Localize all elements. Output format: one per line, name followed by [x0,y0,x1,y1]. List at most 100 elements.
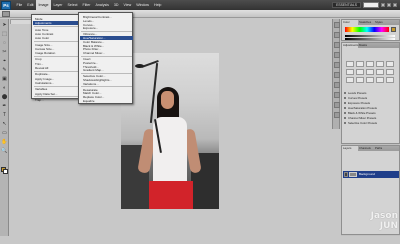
subject-face [161,91,174,109]
color-spectrum[interactable] [345,27,389,32]
adjustment-icon[interactable] [386,61,394,67]
menu-3d[interactable]: 3D [111,0,121,10]
adjustment-icon[interactable] [376,61,384,67]
document-canvas[interactable] [121,53,219,209]
adjustment-icon[interactable] [376,77,384,83]
menu-image[interactable]: Image [36,0,51,10]
tool-button-icon[interactable]: ✂ [1,49,8,55]
street-lamp-head [135,64,144,68]
tool-button-icon[interactable]: 🔍 [1,148,8,154]
panel-dock-icon[interactable] [334,92,340,98]
tool-button-icon[interactable]: ➤ [1,22,8,28]
tool-button-icon[interactable]: ▭ [1,130,8,136]
watermark-logo: Jason JUN [356,211,398,243]
menu-view[interactable]: View [121,0,134,10]
image-menu-item[interactable]: Adjustments [33,21,79,26]
tool-button-icon[interactable]: ⌖ [1,58,8,64]
layer-row-background[interactable]: Background [343,171,399,178]
panel-tab-paths[interactable]: Paths [374,146,390,151]
color-slider[interactable] [345,38,395,40]
workspace-button[interactable]: ESSENTIALS [332,2,361,8]
image-menu-item[interactable]: Reveal All [33,66,79,70]
tool-button-icon[interactable]: ✒ [1,103,8,109]
panel-dock-icon[interactable] [334,112,340,118]
color-panel: Color Swatches Styles [341,19,400,41]
adjustment-icon[interactable] [376,69,384,75]
visibility-eye-icon[interactable] [344,172,348,177]
color-panel-foreground[interactable] [391,27,396,32]
menu-window[interactable]: Window [134,0,152,10]
adjustment-icon[interactable] [386,77,394,83]
adjustment-icon[interactable] [366,69,374,75]
adjustment-preset-row[interactable]: Exposure Presets [343,101,399,105]
adjustment-icon[interactable] [346,77,354,83]
adjustment-icon[interactable] [346,61,354,67]
menu-filter[interactable]: Filter [80,0,93,10]
adjustment-icon[interactable] [356,77,364,83]
panel-tab-masks[interactable]: Masks [358,43,374,48]
close-icon[interactable] [393,3,397,7]
maximize-icon[interactable] [387,3,391,7]
panel-dock-icon[interactable] [334,72,340,78]
menu-select[interactable]: Select [65,0,80,10]
image-menu-item[interactable]: Apply Data Set... [33,92,79,96]
layer-thumbnail [349,172,357,177]
adjustment-preset-row[interactable]: Channel Mixer Presets [343,116,399,120]
adjustment-icon[interactable] [366,77,374,83]
adjustment-icon[interactable] [346,69,354,75]
menu-analysis[interactable]: Analysis [93,0,111,10]
adjustment-icon[interactable] [356,69,364,75]
adjustment-icon[interactable] [366,61,374,67]
menu-edit[interactable]: Edit [25,0,36,10]
adjustment-icon[interactable] [356,61,364,67]
layer-name: Background [359,172,376,176]
tool-button-icon[interactable]: ◌ [1,40,8,46]
menu-bar: Ps File Edit Image Layer Select Filter Analysi… [0,0,400,10]
adjustments-menu-item[interactable]: Equalize [80,99,133,103]
menu-layer[interactable]: Layer [51,0,65,10]
panel-tab-adjustments[interactable]: Adjustments [342,43,358,48]
panel-dock-icon[interactable] [334,42,340,48]
image-menu-item[interactable]: Trap... [33,98,79,102]
subject-skirt [149,181,193,209]
adjustment-preset-row[interactable]: Curves Presets [343,96,399,100]
adjustment-preset-row[interactable]: Selective Color Presets [343,121,399,125]
menu-file[interactable]: File [14,0,25,10]
search-input[interactable] [363,2,379,8]
color-panel-tabs: Color Swatches Styles [342,20,399,25]
panel-dock-strip [332,19,340,129]
tool-button-icon[interactable]: ↖ [1,121,8,127]
adjustments-panel-tabs: Adjustments Masks [342,43,399,48]
panel-tab-styles[interactable]: Styles [374,20,390,25]
panel-tab-color[interactable]: Color [342,20,358,25]
panel-tab-channels[interactable]: Channels [358,146,374,151]
adjustment-preset-row[interactable]: Levels Presets [343,91,399,95]
color-slider[interactable] [345,35,395,37]
tool-preset-picker[interactable] [2,11,10,17]
image-menu-item[interactable]: Image Rotation [33,51,79,55]
watermark-line-2: JUN [379,221,398,231]
adjustment-preset-row[interactable]: Hue/Saturation Presets [343,106,399,110]
tool-button-icon[interactable]: ⬚ [1,31,8,37]
adjustment-preset-row[interactable]: Black & White Presets [343,111,399,115]
image-menu-item[interactable]: Calculations... [33,81,79,85]
tool-button-icon[interactable]: ▣ [1,76,8,82]
panel-dock-icon[interactable] [334,82,340,88]
panel-tab-swatches[interactable]: Swatches [358,20,374,25]
tool-button-icon[interactable]: T [1,112,8,118]
minimize-icon[interactable] [381,3,385,7]
tool-button-icon[interactable]: ⬤ [1,94,8,100]
panel-tab-layers[interactable]: Layers [342,146,358,151]
menu-help[interactable]: Help [152,0,164,10]
panel-dock-icon[interactable] [334,62,340,68]
background-color-swatch[interactable] [3,169,8,174]
adjustment-icon[interactable] [386,69,394,75]
panel-dock-icon[interactable] [334,102,340,108]
tool-button-icon[interactable]: ✎ [1,67,8,73]
panel-dock-icon[interactable] [334,52,340,58]
tool-button-icon[interactable]: ✋ [1,139,8,145]
image-menu-item[interactable]: Auto Color [33,36,79,40]
panel-dock-icon[interactable] [334,22,340,28]
tool-button-icon[interactable]: ◐ [1,85,8,91]
panel-dock-icon[interactable] [334,32,340,38]
